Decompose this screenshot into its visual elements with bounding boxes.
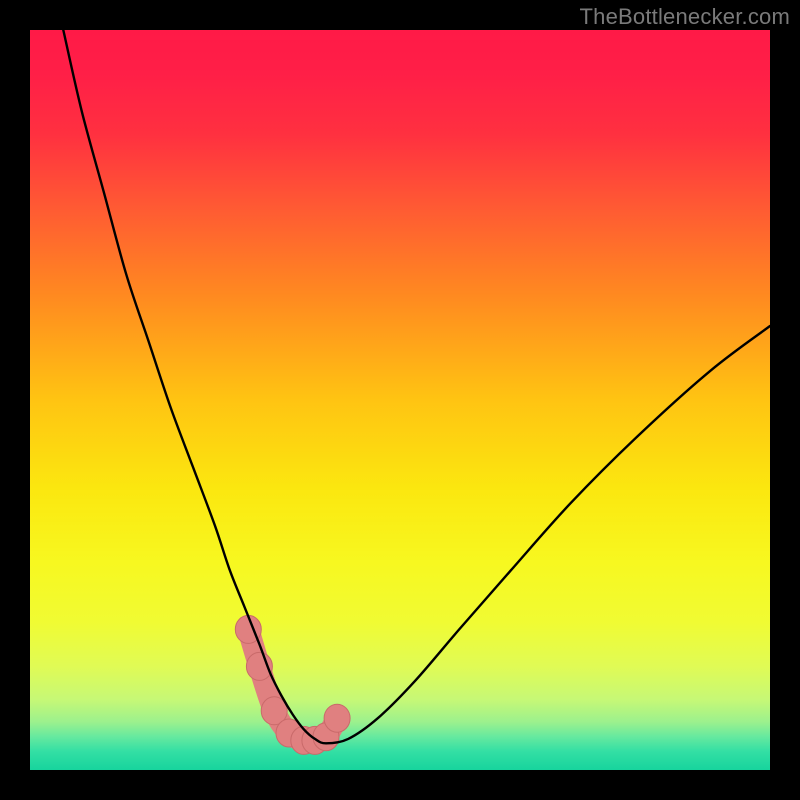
marker-group: [235, 615, 350, 754]
chart-overlay: [30, 30, 770, 770]
plot-area: [30, 30, 770, 770]
bottleneck-curve-path: [63, 30, 770, 743]
watermark-text: TheBottlenecker.com: [580, 4, 790, 30]
marker-dot: [324, 704, 350, 732]
chart-frame: TheBottlenecker.com: [0, 0, 800, 800]
